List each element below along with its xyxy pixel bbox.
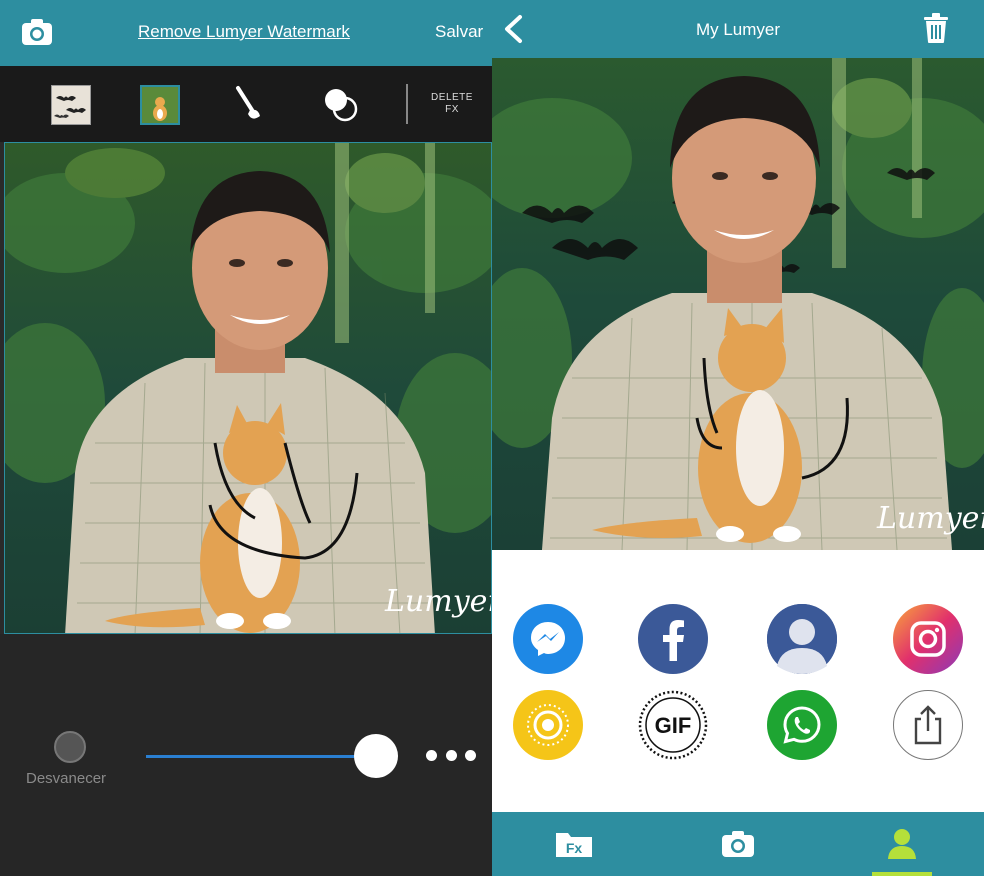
lumyer-watermark: Lumyer bbox=[876, 501, 984, 536]
delete-fx-line2: FX bbox=[445, 104, 459, 115]
brush-icon[interactable] bbox=[230, 84, 270, 124]
whatsapp-icon bbox=[783, 706, 821, 744]
editor-photo[interactable]: Lumyer bbox=[4, 142, 492, 634]
lumyer-watermark: Lumyer bbox=[384, 584, 492, 619]
result-photo: Lumyer bbox=[492, 58, 984, 550]
instagram-share-button[interactable] bbox=[893, 604, 963, 674]
facebook-icon bbox=[663, 620, 684, 661]
page-title: My Lumyer bbox=[695, 20, 781, 39]
gif-share-button[interactable]: GIF bbox=[638, 690, 708, 760]
profile-icon bbox=[888, 829, 916, 859]
messenger-icon bbox=[531, 622, 565, 656]
tab-camera[interactable] bbox=[656, 812, 820, 876]
instagram-icon bbox=[910, 621, 946, 657]
effect-controls: Desvanecer bbox=[0, 634, 492, 876]
share-sheet-button[interactable] bbox=[893, 690, 963, 760]
gif-label: GIF bbox=[655, 713, 692, 738]
messenger-share-button[interactable] bbox=[513, 604, 583, 674]
live-photo-share-button[interactable] bbox=[513, 690, 583, 760]
bottom-tab-bar: Fx bbox=[492, 812, 984, 876]
share-header: My Lumyer bbox=[492, 0, 984, 58]
delete-fx-line1: DELETE bbox=[431, 92, 473, 103]
editor-panel: Remove Lumyer Watermark Salvar DELETE FX… bbox=[0, 0, 492, 876]
toolbar-divider bbox=[406, 84, 408, 124]
tab-effects[interactable]: Fx bbox=[492, 812, 656, 876]
camera-icon bbox=[722, 831, 754, 857]
trash-icon[interactable] bbox=[922, 12, 950, 44]
more-options-icon[interactable] bbox=[426, 748, 476, 762]
fx-toolbar: DELETE FX bbox=[0, 66, 492, 142]
remove-watermark-link[interactable]: Remove Lumyer Watermark bbox=[138, 22, 350, 42]
fade-slider-track[interactable] bbox=[146, 755, 376, 758]
facebook-profile-share-button[interactable] bbox=[767, 604, 837, 674]
share-options: GIF bbox=[492, 550, 984, 812]
whatsapp-share-button[interactable] bbox=[767, 690, 837, 760]
fade-slider-handle[interactable] bbox=[354, 734, 398, 778]
tab-profile[interactable] bbox=[820, 812, 984, 876]
editor-header: Remove Lumyer Watermark Salvar bbox=[0, 0, 492, 66]
gif-icon: GIF bbox=[638, 690, 708, 760]
share-panel: My Lumyer Lumyer GIF Fx bbox=[492, 0, 984, 876]
fade-icon[interactable] bbox=[54, 731, 86, 763]
profile-silhouette-icon bbox=[767, 604, 837, 674]
svg-text:Fx: Fx bbox=[566, 840, 583, 856]
kitten-effect-thumbnail[interactable] bbox=[140, 85, 180, 125]
live-photo-icon bbox=[527, 704, 569, 746]
blend-mode-icon[interactable] bbox=[320, 84, 360, 124]
save-button[interactable]: Salvar bbox=[435, 22, 483, 42]
camera-icon[interactable] bbox=[20, 17, 54, 47]
share-icon bbox=[914, 705, 942, 745]
fade-label: Desvanecer bbox=[26, 770, 107, 787]
bats-effect-thumbnail[interactable] bbox=[51, 85, 91, 125]
delete-fx-button[interactable]: DELETE FX bbox=[426, 92, 478, 116]
fx-icon: Fx bbox=[556, 833, 592, 857]
facebook-share-button[interactable] bbox=[638, 604, 708, 674]
